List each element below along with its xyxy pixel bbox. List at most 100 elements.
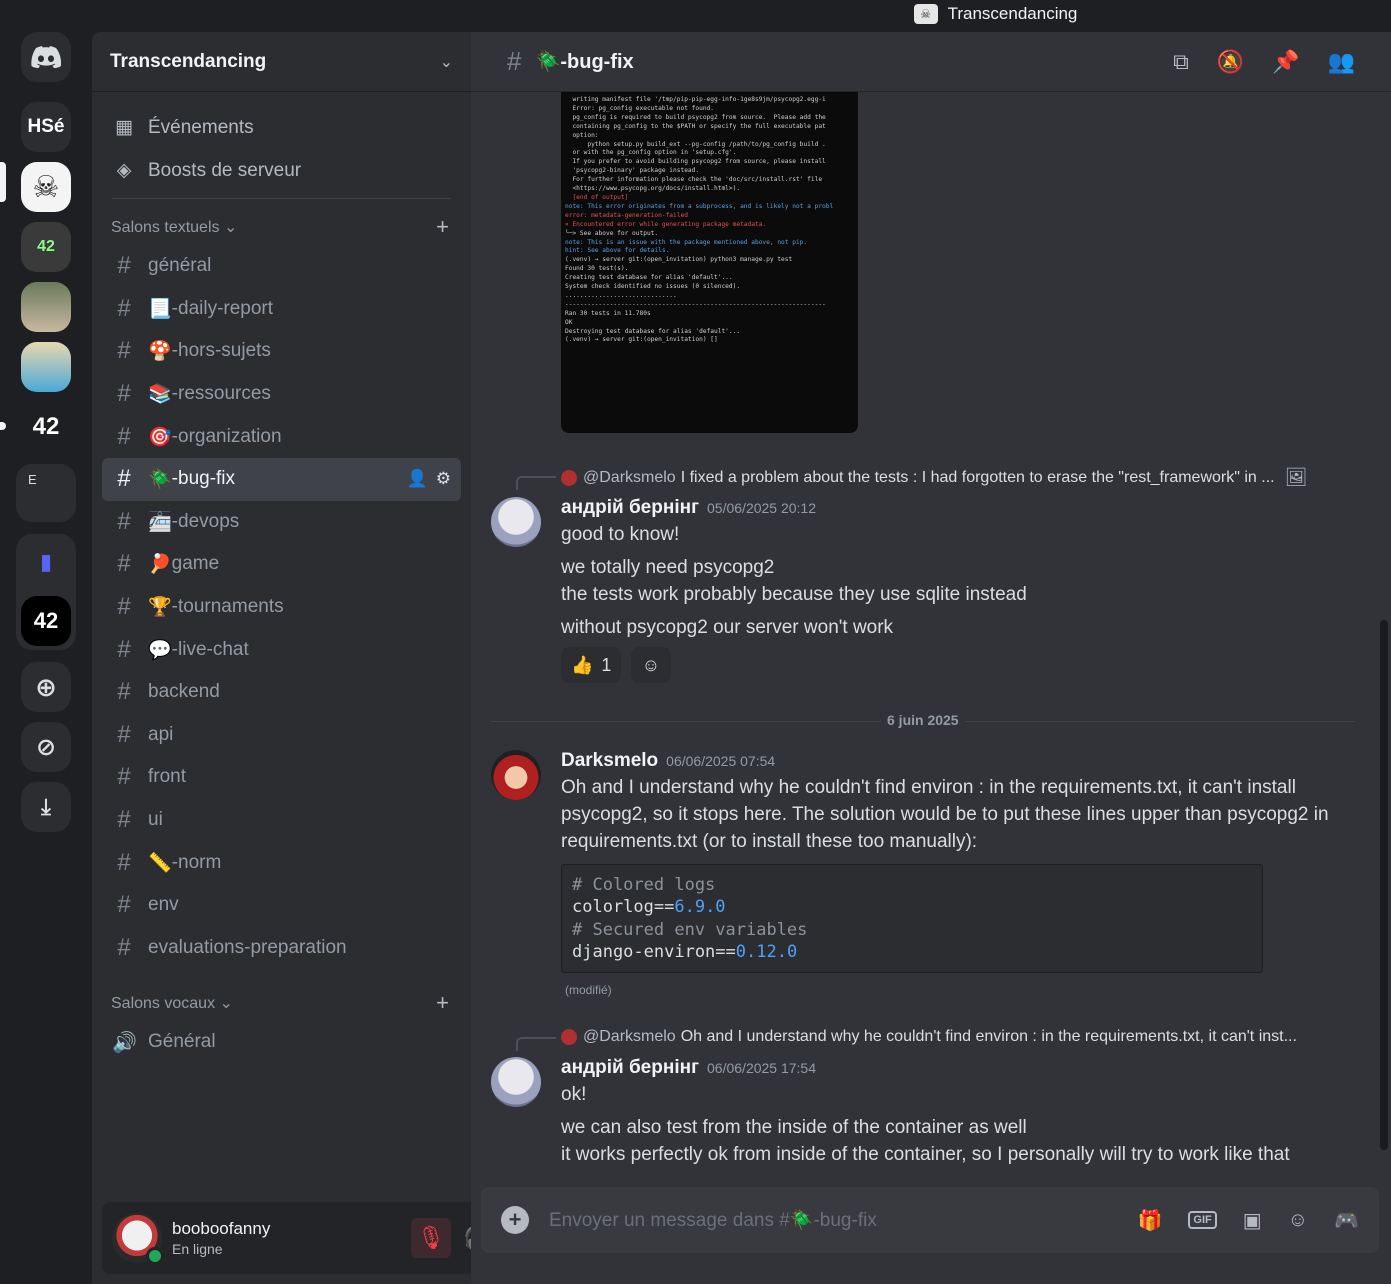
add-attachment-icon[interactable]: + [501, 1206, 529, 1234]
avatar[interactable] [491, 1057, 541, 1107]
message-composer[interactable]: + Envoyer un message dans #🪲-bug-fix 🎁 G… [481, 1187, 1379, 1253]
add-reaction-button[interactable]: ☺ [631, 647, 671, 683]
channel-label: front [148, 766, 187, 788]
server-irc[interactable] [21, 342, 71, 392]
server-42-b4by[interactable]: 42 [21, 222, 71, 272]
speaker-icon: 🔊 [112, 1031, 137, 1054]
add-voice-channel-icon[interactable]: + [436, 990, 449, 1016]
avatar [561, 1029, 577, 1045]
message-input[interactable]: Envoyer un message dans #🪲-bug-fix [549, 1208, 877, 1232]
avatar[interactable] [491, 497, 541, 547]
guild-header[interactable]: Transcendancing ⌄ [92, 32, 471, 92]
reaction-count: 1 [601, 654, 612, 675]
calendar-icon: ▦ [115, 117, 133, 138]
channel-item[interactable]: # api [102, 714, 461, 757]
avatar[interactable] [491, 750, 541, 800]
server-42-lyon[interactable]: 42 [21, 596, 71, 646]
folder-icon[interactable]: ▮ [21, 544, 71, 580]
threads-icon[interactable]: ⧉ [1173, 49, 1189, 75]
channel-item[interactable]: # evaluations-preparation [102, 927, 461, 970]
message-text: ok! [561, 1084, 587, 1105]
channel-label: -devops [171, 510, 240, 532]
channel-item[interactable]: # 📚 -ressources [102, 373, 461, 416]
pin-icon[interactable]: 📌 [1272, 49, 1299, 75]
add-server-button[interactable]: ⊕ [21, 662, 71, 712]
channel-item[interactable]: # backend [102, 671, 461, 714]
code-block: # Colored logs colorlog==6.9.0 # Secured… [561, 864, 1263, 973]
channel-emoji: 📏 [148, 852, 172, 874]
notification-bell-icon[interactable]: 🔕 [1217, 49, 1244, 75]
channel-item[interactable]: # env [102, 884, 461, 927]
reply-spine [516, 476, 556, 490]
message-author[interactable]: Darksmelo 06/06/2025 07:54 [561, 750, 775, 772]
channel-label: -ressources [171, 383, 271, 405]
hash-icon: # [117, 252, 131, 280]
gamepad-icon[interactable]: 🎮 [1334, 1208, 1359, 1233]
channel-item[interactable]: # ui [102, 799, 461, 842]
message-text: we totally need psycopg2 [561, 557, 775, 578]
terminal-line: × Encountered error while generating pac… [565, 220, 767, 228]
channel-label: game [171, 553, 220, 575]
compass-icon: ⊘ [35, 733, 57, 761]
channel-item[interactable]: # 🪲 -bug-fix 👤 ⚙ [102, 457, 461, 501]
emoji-icon[interactable]: ☺ [1288, 1209, 1308, 1232]
message-text: Oh and I understand why he couldn't find… [561, 777, 1296, 798]
channel-item[interactable]: # front [102, 756, 461, 799]
channel-item[interactable]: # 🍄 -hors-sujets [102, 330, 461, 373]
terminal-line: Ran 30 tests in 11.780s [565, 309, 651, 317]
reply-spine [516, 1037, 556, 1051]
server-42-logo[interactable]: 42 [21, 402, 71, 452]
scrollbar[interactable] [1380, 620, 1388, 1150]
category-text-channels[interactable]: Salons textuels ⌄ + [92, 209, 471, 245]
events-link[interactable]: ▦ Événements [92, 106, 471, 149]
mic-off-icon: 🎙 [417, 1225, 445, 1250]
channel-item[interactable]: # 🏆 -tournaments [102, 586, 461, 629]
gif-icon[interactable]: GIF [1188, 1211, 1217, 1229]
terminal-screenshot-attachment[interactable]: writing manifest file '/tmp/pip-pip-egg-… [561, 92, 858, 433]
gear-icon[interactable]: ⚙ [436, 469, 451, 489]
channel-item[interactable]: # général [102, 245, 461, 288]
boosts-link[interactable]: ◈ Boosts de serveur [92, 149, 471, 192]
server-folder-e[interactable]: E [16, 464, 76, 522]
category-voice-channels[interactable]: Salons vocaux ⌄ + [92, 985, 471, 1021]
add-channel-icon[interactable]: + [436, 214, 449, 240]
server-transcendancing[interactable]: ☠ [21, 162, 71, 212]
channel-item[interactable]: # 🏓 game [102, 543, 461, 586]
server-photo[interactable] [21, 282, 71, 332]
channel-item[interactable]: # 💬 -live-chat [102, 628, 461, 671]
terminal-line: option: [565, 131, 599, 139]
reaction-thumbs-up[interactable]: 👍 1 [561, 647, 622, 683]
server-hse[interactable]: HSé [21, 102, 71, 152]
channel-item[interactable]: # 📏 -norm [102, 841, 461, 884]
terminal-line: Destroying test database for alias 'defa… [565, 327, 741, 335]
channel-item[interactable]: # 🚈 -devops [102, 501, 461, 544]
voice-channel-general[interactable]: 🔊 Général [102, 1021, 461, 1063]
reply-preview[interactable]: @Darksmelo I fixed a problem about the t… [561, 467, 1307, 488]
mic-muted-button[interactable]: 🎙 [411, 1218, 451, 1258]
add-member-icon[interactable]: 👤 [407, 469, 428, 489]
plus-circle-icon: ⊕ [35, 671, 57, 702]
user-info[interactable]: booboofanny En ligne [172, 1219, 270, 1257]
terminal-line: Found 30 test(s). [565, 265, 629, 273]
message-author[interactable]: андрій бернінг 06/06/2025 17:54 [561, 1057, 816, 1079]
server-rail: HSé ☠ 42 42 E ▮ 42 ⊕ ⊘ ⤓ [0, 28, 92, 1284]
terminal-line: hint: See above for details. [565, 247, 670, 255]
message-text: requirements.txt (or to install these to… [561, 831, 978, 852]
main-chat: # 🪲-bug-fix ⧉ 🔕 📌 👥 writing manifest fil… [471, 32, 1391, 1284]
message-author[interactable]: андрій бернінг 05/06/2025 20:12 [561, 497, 816, 519]
discord-home-button[interactable] [21, 32, 71, 82]
gift-icon[interactable]: 🎁 [1138, 1208, 1163, 1233]
sticker-icon[interactable]: ▣ [1243, 1208, 1262, 1233]
channel-item[interactable]: # 📃 -daily-report [102, 288, 461, 331]
channel-emoji: 🎯 [148, 426, 172, 448]
timestamp: 06/06/2025 17:54 [707, 1060, 817, 1076]
explore-button[interactable]: ⊘ [21, 722, 71, 772]
download-button[interactable]: ⤓ [21, 782, 71, 832]
avatar[interactable] [112, 1213, 164, 1265]
reply-preview[interactable]: @Darksmelo Oh and I understand why he co… [561, 1028, 1297, 1046]
channel-item[interactable]: # 🎯 -organization [102, 415, 461, 458]
members-icon[interactable]: 👥 [1328, 49, 1355, 75]
channel-emoji: 🏆 [148, 597, 172, 619]
guild-name: Transcendancing [110, 50, 267, 72]
terminal-line: If you prefer to avoid building psycopg2… [565, 158, 826, 166]
